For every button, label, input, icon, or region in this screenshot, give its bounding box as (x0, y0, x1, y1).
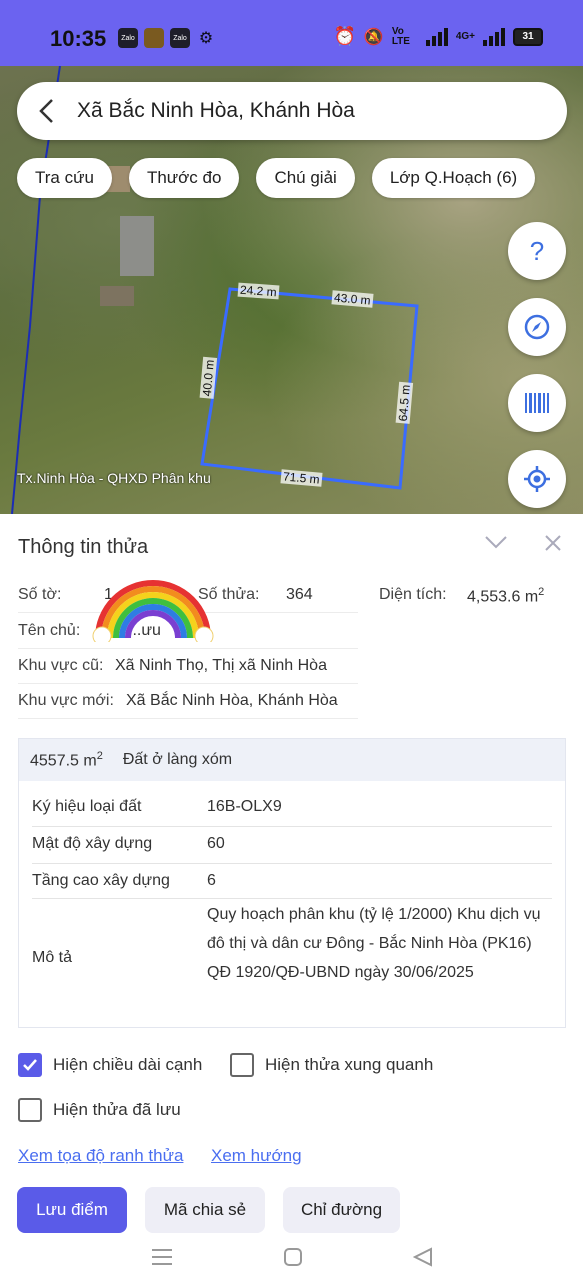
zoning-area-sup: 2 (96, 749, 103, 762)
zoning-area-text: 4557.5 m (30, 752, 97, 770)
detail-row-value: Quy hoạch phân khu (tỷ lệ 1/2000) Khu dị… (207, 906, 541, 981)
back-arrow-icon (39, 99, 53, 123)
detail-row-label: Tầng cao xây dựng (32, 872, 170, 889)
row-divider (18, 683, 358, 684)
chevron-down-icon[interactable] (484, 534, 508, 550)
sheet-number-label: Số tờ: (18, 586, 62, 603)
chip-ruler[interactable]: Thước đo (128, 158, 240, 198)
my-location-button[interactable] (508, 450, 566, 508)
zalo-icon: Zalo (118, 28, 138, 48)
alarm-icon: ⏰ (333, 26, 356, 46)
game-icon (144, 28, 164, 48)
location-search-bar[interactable]: Xã Bắc Ninh Hòa, Khánh Hòa (17, 82, 567, 140)
parcel-number-value: 364 (286, 586, 313, 603)
new-area-value: Xã Bắc Ninh Hòa, Khánh Hòa (126, 692, 338, 709)
show-edge-length-label: Hiện chiều dài cạnh (53, 1055, 203, 1074)
old-area-value: Xã Ninh Thọ, Thị xã Ninh Hòa (115, 657, 327, 674)
status-time: 10:35 (50, 26, 107, 51)
rainbow-sticker (92, 580, 214, 642)
compass-button[interactable] (508, 298, 566, 356)
area-unit-sup: 2 (538, 586, 545, 598)
show-edge-length-option[interactable]: Hiện chiều dài cạnh (18, 1053, 202, 1077)
row-divider (18, 718, 358, 719)
zalo-icon: Zalo (170, 28, 190, 48)
barcode-button[interactable] (508, 374, 566, 432)
gear-icon: ⚙ (198, 30, 214, 47)
zoning-header: 4557.5 m2 Đất ở làng xóm (19, 739, 565, 781)
home-icon[interactable] (283, 1247, 303, 1267)
view-coordinates-link[interactable]: Xem tọa độ ranh thửa (18, 1146, 183, 1166)
detail-divider (32, 898, 552, 899)
area-value: 4,553.6 m2 (467, 586, 544, 606)
locate-icon (524, 466, 550, 492)
detail-row-value: 60 (207, 835, 225, 852)
show-neighbors-option[interactable]: Hiện thửa xung quanh (230, 1053, 433, 1077)
panel-heading: Thông tin thửa (18, 536, 149, 558)
checkbox-unchecked[interactable] (230, 1053, 254, 1077)
checkmark-icon (23, 1059, 37, 1071)
detail-divider (32, 826, 552, 827)
checkbox-unchecked[interactable] (18, 1098, 42, 1122)
detail-row-label: Mật độ xây dựng (32, 835, 153, 852)
view-direction-link[interactable]: Xem hướng (211, 1146, 302, 1166)
show-neighbors-label: Hiện thửa xung quanh (265, 1055, 434, 1074)
help-icon: ? (529, 235, 545, 266)
system-nav-bar (0, 1234, 583, 1280)
back-nav-icon[interactable] (412, 1247, 433, 1267)
barcode-icon (525, 393, 549, 413)
parcel-boundary (200, 287, 419, 490)
detail-row-label: Mô tả (32, 949, 73, 966)
back-button[interactable] (17, 82, 77, 140)
area-label: Diện tích: (379, 586, 447, 603)
status-bar: 10:35 Zalo Zalo ⚙ ⏰ 🔕 Vo LTE 4G+ 31 (0, 0, 583, 66)
chip-planning-layers[interactable]: Lớp Q.Hoạch (6) (371, 158, 536, 198)
row-divider (18, 648, 358, 649)
location-title: Xã Bắc Ninh Hòa, Khánh Hòa (77, 99, 355, 122)
directions-button[interactable]: Chỉ đường (283, 1187, 400, 1233)
mute-icon: 🔕 (363, 28, 384, 46)
chip-lookup[interactable]: Tra cứu (17, 158, 112, 198)
chip-legend[interactable]: Chú giải (256, 158, 355, 198)
detail-row-label: Ký hiệu loại đất (32, 798, 142, 815)
show-saved-label: Hiện thửa đã lưu (53, 1100, 181, 1119)
share-code-button[interactable]: Mã chia sẻ (145, 1187, 265, 1233)
area-value-text: 4,553.6 m (467, 588, 539, 606)
old-area-label: Khu vực cũ: (18, 657, 104, 674)
save-point-button[interactable]: Lưu điểm (17, 1187, 127, 1233)
detail-row-value: 16B-OLX9 (207, 798, 282, 815)
signal-icon-2 (483, 27, 505, 46)
zoning-detail-card: 4557.5 m2 Đất ở làng xóm Ký hiệu loại đấ… (18, 738, 566, 1028)
owner-label: Tên chủ: (18, 622, 81, 639)
close-icon[interactable] (544, 534, 562, 552)
map-layer-watermark: Tx.Ninh Hòa - QHXD Phân khu (17, 470, 211, 486)
map-tool-chips: Tra cứu Thước đo Chú giải Lớp Q.Hoạch (6… (17, 158, 536, 198)
show-saved-option[interactable]: Hiện thửa đã lưu (18, 1098, 181, 1122)
checkbox-checked[interactable] (18, 1053, 42, 1077)
battery-icon: 31 (513, 27, 543, 46)
volte-label: Vo LTE (391, 25, 410, 47)
network-type: 4G+ (455, 31, 475, 42)
help-button[interactable]: ? (508, 222, 566, 280)
zoning-land-type: Đất ở làng xóm (122, 751, 233, 768)
edge-label-top-left: 24.2 m (237, 282, 280, 300)
signal-icon (425, 27, 448, 46)
recent-apps-icon[interactable] (151, 1247, 173, 1267)
detail-row-value: 6 (207, 872, 216, 889)
compass-icon (524, 314, 550, 340)
status-right: ⏰ 🔕 Vo LTE 4G+ 31 (333, 26, 543, 47)
detail-divider (32, 863, 552, 864)
zoning-area: 4557.5 m2 (30, 750, 103, 770)
new-area-label: Khu vực mới: (18, 692, 114, 709)
notification-icons: Zalo Zalo ⚙ (118, 28, 216, 48)
